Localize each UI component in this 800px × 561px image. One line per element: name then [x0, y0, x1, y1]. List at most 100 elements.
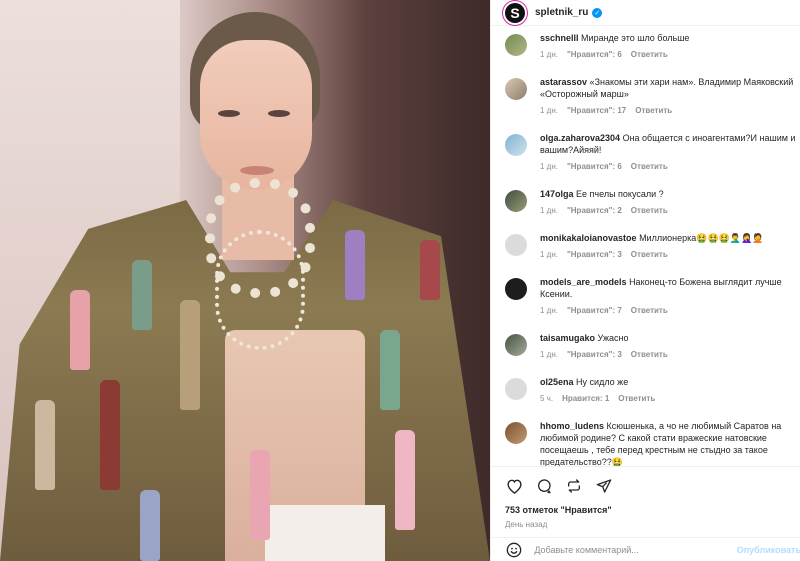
like-count[interactable]: 753 отметок "Нравится": [505, 505, 612, 515]
photo-tassel: [345, 230, 365, 300]
comment-username[interactable]: models_are_models: [540, 277, 627, 287]
post-photo[interactable]: [0, 0, 490, 561]
comment-input[interactable]: Добавьте комментарий...: [534, 545, 736, 555]
comment-time: 1 дн.: [540, 306, 558, 315]
reply-button[interactable]: Ответить: [631, 350, 668, 359]
comments-list[interactable]: sschnelll Миранде это шло больше 1 дн. "Н…: [491, 26, 800, 466]
comment-username[interactable]: monikakaloianovastoe: [540, 233, 637, 243]
comment-meta: 1 дн. "Нравится": 6 Ответить: [540, 162, 668, 171]
comment-avatar[interactable]: [505, 78, 527, 100]
comment-avatar-default[interactable]: [505, 234, 527, 256]
photo-tassel: [100, 380, 120, 490]
comment-meta: 1 дн. "Нравится": 17 Ответить: [540, 106, 672, 115]
comment-likes[interactable]: "Нравится": 3: [567, 350, 622, 359]
comment-text: Ее пчелы покусали ?: [576, 189, 664, 199]
comment-body: astarassov «Знакомы эти хари нам». Влади…: [540, 76, 798, 100]
comment-likes[interactable]: Нравится: 1: [562, 394, 609, 403]
comment-body: models_are_models Наконец-то Божена выгл…: [540, 276, 798, 300]
comment-avatar[interactable]: [505, 422, 527, 444]
comment-body: sschnelll Миранде это шло больше: [540, 32, 798, 44]
reply-button[interactable]: Ответить: [631, 206, 668, 215]
comment-body: 147olga Ее пчелы покусали ?: [540, 188, 798, 200]
comment-avatar[interactable]: [505, 190, 527, 212]
comment-username[interactable]: hhomo_ludens: [540, 421, 604, 431]
comment-avatar-default[interactable]: [505, 378, 527, 400]
comment-text: Миранде это шло больше: [581, 33, 690, 43]
comment-avatar[interactable]: [505, 34, 527, 56]
reply-button[interactable]: Ответить: [631, 162, 668, 171]
instagram-post-view: S spletnik_ru ✓ sschnelll Миранде это шл…: [0, 0, 800, 561]
comment-username[interactable]: sschnelll: [540, 33, 579, 43]
photo-tassel: [395, 430, 415, 530]
verified-badge-icon: ✓: [592, 7, 603, 18]
photo-pearl-strands: [215, 230, 305, 350]
comment-time: 1 дн.: [540, 50, 558, 59]
photo-tassel: [180, 300, 200, 410]
publish-button[interactable]: Опубликовать: [737, 545, 800, 555]
comment-likes[interactable]: "Нравится": 3: [567, 250, 622, 259]
photo-tassel: [380, 330, 400, 410]
comment-body: olga.zaharova2304 Она общается с иноаген…: [540, 132, 798, 156]
comment-avatar[interactable]: [505, 334, 527, 356]
comment-body: hhomo_ludens Ксюшенька, а чо не любимый …: [540, 420, 798, 466]
comment-meta: 1 дн. "Нравится": 2 Ответить: [540, 206, 668, 215]
reply-button[interactable]: Ответить: [631, 50, 668, 59]
comment-likes[interactable]: "Нравится": 6: [567, 50, 622, 59]
comment-text: Миллионерка🤮🤮🤮🤦‍♂️🤦‍♀️🤦: [639, 233, 764, 243]
comment-meta: 5 ч. Нравится: 1 Ответить: [540, 394, 655, 403]
comment-time: 1 дн.: [540, 106, 558, 115]
photo-tassel: [35, 400, 55, 490]
comment-avatar[interactable]: [505, 134, 527, 156]
photo-tassel: [140, 490, 160, 561]
comment-username[interactable]: ol25ena: [540, 377, 574, 387]
comment-body: taisamugako Ужасно: [540, 332, 798, 344]
reply-button[interactable]: Ответить: [631, 250, 668, 259]
photo-tassel: [70, 290, 90, 370]
comment-time: 1 дн.: [540, 250, 558, 259]
heart-icon[interactable]: [505, 477, 523, 495]
reply-button[interactable]: Ответить: [631, 306, 668, 315]
comment-time: 1 дн.: [540, 350, 558, 359]
post-actions: 753 отметок "Нравится" День назад Добавь…: [491, 466, 800, 561]
comment-meta: 1 дн. "Нравится": 6 Ответить: [540, 50, 668, 59]
comment-likes[interactable]: "Нравится": 7: [567, 306, 622, 315]
emoji-icon[interactable]: [505, 541, 522, 559]
repost-icon[interactable]: [565, 477, 583, 495]
photo-eye-right: [268, 110, 290, 117]
comment-username[interactable]: 147olga: [540, 189, 574, 199]
comment-username[interactable]: olga.zaharova2304: [540, 133, 620, 143]
comment-likes[interactable]: "Нравится": 6: [567, 162, 622, 171]
post-header: S spletnik_ru ✓: [491, 0, 800, 26]
comment-icon[interactable]: [535, 477, 553, 495]
photo-tassel: [132, 260, 152, 330]
post-side-panel: S spletnik_ru ✓ sschnelll Миранде это шл…: [490, 0, 800, 561]
comment-body: ol25ena Ну сидло же: [540, 376, 798, 388]
post-username[interactable]: spletnik_ru: [535, 7, 588, 18]
photo-tassel: [250, 450, 270, 540]
comment-text: Ужасно: [597, 333, 629, 343]
photo-white-skirt: [265, 505, 385, 561]
comment-meta: 1 дн. "Нравится": 3 Ответить: [540, 350, 668, 359]
post-timestamp: День назад: [505, 520, 548, 529]
reply-button[interactable]: Ответить: [618, 394, 655, 403]
comment-username[interactable]: astarassov: [540, 77, 587, 87]
avatar-logo-letter: S: [510, 4, 520, 21]
comment-likes[interactable]: "Нравится": 17: [567, 106, 626, 115]
comment-meta: 1 дн. "Нравится": 3 Ответить: [540, 250, 668, 259]
add-comment-bar: Добавьте комментарий... Опубликовать: [491, 537, 800, 561]
comment-time: 5 ч.: [540, 394, 554, 403]
photo-lips: [240, 166, 274, 175]
reply-button[interactable]: Ответить: [635, 106, 672, 115]
comment-text: Ну сидло же: [576, 377, 629, 387]
action-icons: [505, 477, 613, 495]
comment-likes[interactable]: "Нравится": 2: [567, 206, 622, 215]
comment-time: 1 дн.: [540, 162, 558, 171]
comment-avatar[interactable]: [505, 278, 527, 300]
share-icon[interactable]: [595, 477, 613, 495]
comment-username[interactable]: taisamugako: [540, 333, 595, 343]
profile-avatar[interactable]: S: [505, 2, 525, 23]
photo-eye-left: [218, 110, 240, 117]
comment-body: monikakaloianovastoe Миллионерка🤮🤮🤮🤦‍♂️🤦…: [540, 232, 798, 244]
comment-meta: 1 дн. "Нравится": 7 Ответить: [540, 306, 668, 315]
comment-time: 1 дн.: [540, 206, 558, 215]
